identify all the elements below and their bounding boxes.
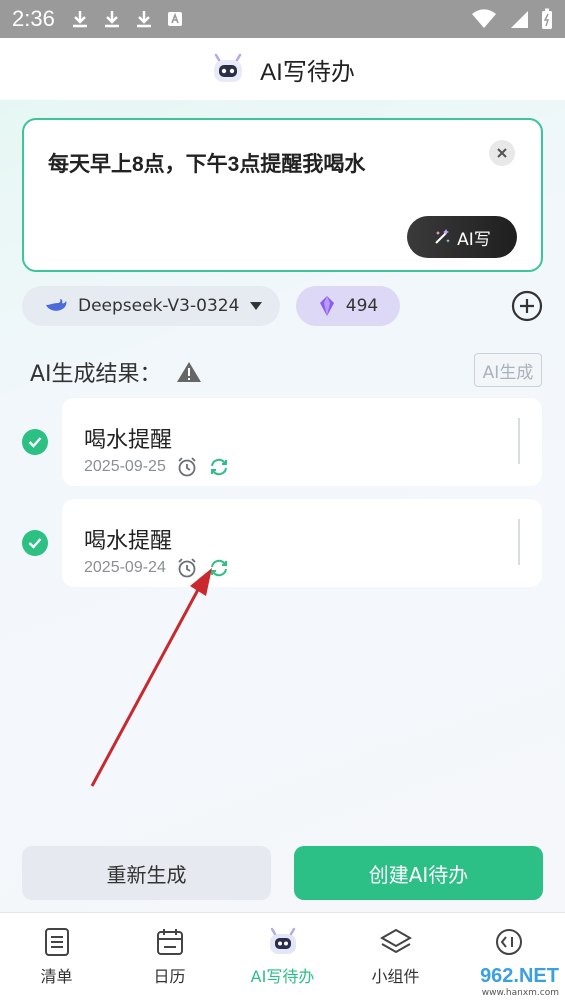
todo-item[interactable]: 喝水提醒 2025-09-25 xyxy=(62,398,542,486)
crystal-icon xyxy=(319,296,334,316)
nav-label: AI写待办 xyxy=(250,967,315,986)
results-heading: AI生成结果： xyxy=(30,356,202,388)
nav-item-list[interactable]: 清单 xyxy=(0,913,113,1004)
drag-handle[interactable] xyxy=(518,519,520,565)
watermark: 962.NET www.hanxm.com xyxy=(480,965,559,998)
app-header: AI写待办 xyxy=(0,38,565,100)
todo-date: 2025-09-24 xyxy=(84,559,166,576)
check-icon xyxy=(28,538,42,549)
download-icon xyxy=(104,11,119,28)
nav-item-ai-todo[interactable]: AI写待办 xyxy=(226,913,339,1004)
add-circle-icon[interactable] xyxy=(511,290,543,322)
ai-write-button[interactable]: AI写 xyxy=(407,216,517,258)
repeat-icon xyxy=(210,458,227,476)
page-title: AI写待办 xyxy=(260,58,355,86)
close-icon xyxy=(497,148,507,158)
signal-icon xyxy=(511,11,528,28)
list-icon xyxy=(44,928,69,956)
calendar-icon xyxy=(156,929,183,955)
more-icon xyxy=(495,929,522,955)
alarm-clock-icon xyxy=(178,558,196,578)
todo-item[interactable]: 喝水提醒 2025-09-24 xyxy=(62,499,542,587)
ai-generate-button[interactable]: AI生成 xyxy=(474,353,542,387)
nav-item-calendar[interactable]: 日历 xyxy=(113,913,226,1004)
points-badge[interactable]: 494 xyxy=(296,286,400,326)
nav-label: 日历 xyxy=(153,967,186,986)
bottom-nav: 清单 日历 AI写待办 小组件 962.NET www.hanxm.com xyxy=(0,912,565,1004)
todo-checkbox[interactable] xyxy=(22,429,48,455)
model-name: Deepseek-V3-0324 xyxy=(78,296,240,316)
todo-date: 2025-09-25 xyxy=(84,458,166,475)
main-content: 每天早上8点，下午3点提醒我喝水 AI写 Deepseek-V3-0324 49… xyxy=(0,100,565,912)
sparkle-icon xyxy=(435,229,450,244)
create-todo-button[interactable]: 创建AI待办 xyxy=(294,846,543,900)
todo-meta: 2025-09-24 xyxy=(84,557,230,579)
todo-meta: 2025-09-25 xyxy=(84,456,230,478)
whale-icon xyxy=(46,299,67,311)
results-label: AI生成结果： xyxy=(30,362,162,387)
todo-checkbox[interactable] xyxy=(22,530,48,556)
points-value: 494 xyxy=(345,296,379,316)
check-icon xyxy=(28,437,42,448)
prompt-input-card[interactable]: 每天早上8点，下午3点提醒我喝水 AI写 xyxy=(22,118,543,272)
robot-icon xyxy=(269,927,296,954)
watermark-text: 962.NET xyxy=(480,965,559,987)
drag-handle[interactable] xyxy=(518,418,520,464)
caret-down-icon xyxy=(250,302,263,310)
download-icon xyxy=(72,11,87,28)
warning-icon[interactable] xyxy=(176,361,202,383)
todo-title: 喝水提醒 xyxy=(84,428,173,453)
nav-label: 清单 xyxy=(40,967,73,986)
battery-icon xyxy=(542,8,552,29)
todo-title: 喝水提醒 xyxy=(84,529,173,554)
robot-icon xyxy=(214,53,243,82)
regenerate-button[interactable]: 重新生成 xyxy=(22,846,271,900)
clear-button[interactable] xyxy=(489,140,515,166)
nav-item-widgets[interactable]: 小组件 xyxy=(339,913,452,1004)
download-icon xyxy=(136,11,151,28)
wifi-icon xyxy=(472,9,496,28)
status-bar: 2:36 xyxy=(0,0,565,38)
prompt-text[interactable]: 每天早上8点，下午3点提醒我喝水 xyxy=(48,148,365,178)
layers-icon xyxy=(379,928,412,954)
watermark-sub: www.hanxm.com xyxy=(481,988,559,998)
model-selector[interactable]: Deepseek-V3-0324 xyxy=(22,286,280,326)
nav-label: 小组件 xyxy=(371,967,420,986)
repeat-icon xyxy=(210,559,227,577)
alarm-clock-icon xyxy=(178,457,196,477)
ai-write-label: AI写 xyxy=(457,229,491,250)
font-icon xyxy=(167,12,182,26)
status-time: 2:36 xyxy=(12,6,55,31)
